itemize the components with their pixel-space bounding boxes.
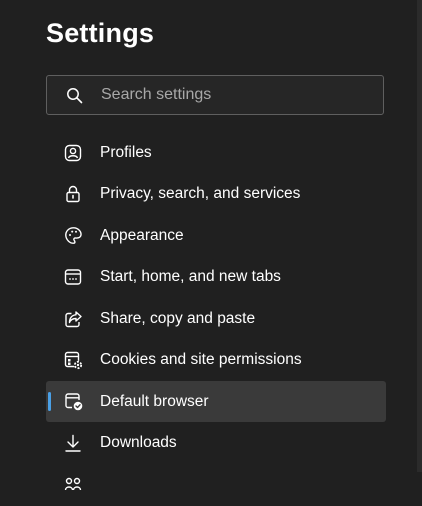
sidebar-item-privacy[interactable]: Privacy, search, and services — [46, 174, 386, 215]
sidebar-item-cookies[interactable]: Cookies and site permissions — [46, 340, 386, 381]
sidebar-item-label: Profiles — [100, 143, 152, 161]
default-browser-icon — [63, 392, 83, 412]
palette-icon — [63, 226, 83, 246]
sidebar-item-family[interactable] — [46, 464, 386, 505]
settings-sidebar: Settings Profiles Privacy, search, and s… — [0, 0, 417, 490]
cookies-permissions-icon — [63, 350, 83, 370]
scrollbar-track[interactable] — [417, 0, 422, 472]
download-icon — [63, 433, 83, 453]
search-input[interactable] — [101, 86, 383, 104]
share-icon — [63, 309, 83, 329]
search-icon — [65, 86, 83, 104]
sidebar-item-label: Privacy, search, and services — [100, 185, 301, 202]
settings-nav: Profiles Privacy, search, and services A… — [46, 132, 386, 506]
lock-icon — [63, 184, 83, 204]
family-icon — [63, 475, 83, 495]
sidebar-item-label: Start, home, and new tabs — [100, 268, 281, 285]
sidebar-item-downloads[interactable]: Downloads — [46, 423, 386, 464]
sidebar-item-label: Appearance — [100, 226, 184, 244]
start-tabs-icon — [63, 267, 83, 287]
sidebar-item-default-browser[interactable]: Default browser — [46, 381, 386, 422]
profile-icon — [63, 143, 83, 163]
sidebar-item-label: Cookies and site permissions — [100, 351, 302, 368]
search-box[interactable] — [46, 75, 384, 115]
sidebar-item-appearance[interactable]: Appearance — [46, 215, 386, 256]
sidebar-item-share-copy-paste[interactable]: Share, copy and paste — [46, 298, 386, 339]
page-title: Settings — [46, 18, 155, 48]
sidebar-item-label: Default browser — [100, 392, 209, 410]
sidebar-item-profiles[interactable]: Profiles — [46, 132, 386, 173]
sidebar-item-label: Share, copy and paste — [100, 309, 256, 327]
sidebar-item-label: Downloads — [100, 434, 177, 451]
sidebar-item-start-home-tabs[interactable]: Start, home, and new tabs — [46, 257, 386, 298]
